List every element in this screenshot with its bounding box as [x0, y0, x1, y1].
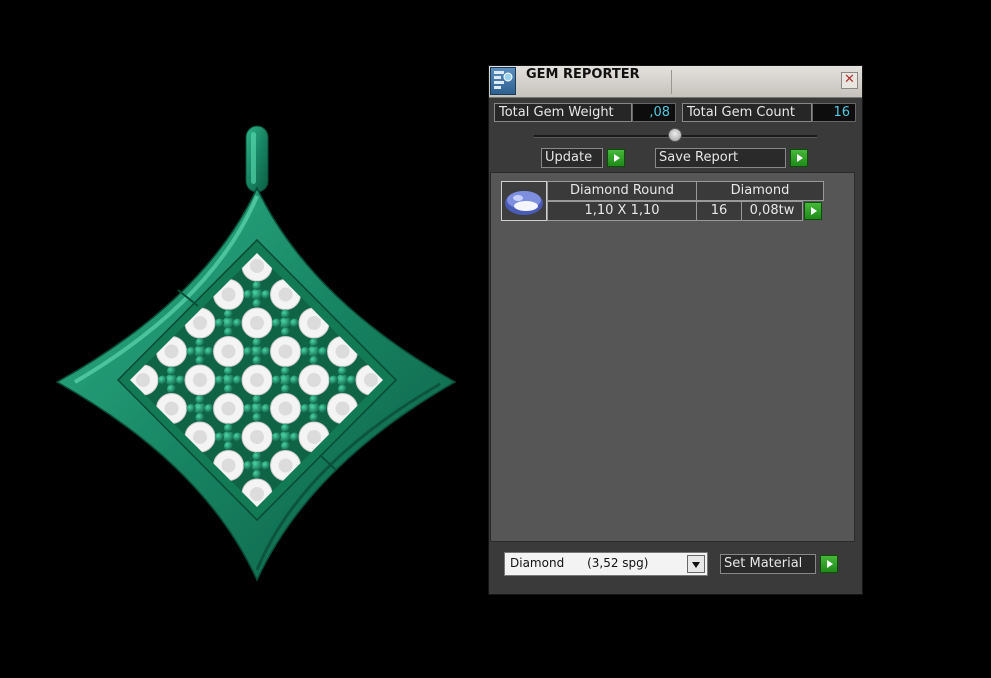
total-gem-weight-value: ,08 — [632, 103, 676, 122]
set-material-button[interactable]: Set Material — [720, 554, 816, 574]
save-report-go-icon[interactable] — [790, 149, 808, 167]
gem-reporter-panel: GEM REPORTER ✕ Total Gem Weight ,08 Tota… — [488, 65, 863, 595]
gem-size-cell: 1,10 X 1,10 — [547, 201, 697, 221]
material-select[interactable]: Diamond (3,52 spg) — [504, 552, 708, 576]
save-report-button[interactable]: Save Report — [655, 148, 786, 168]
update-button[interactable]: Update — [541, 148, 603, 168]
gem-row-thumbnail[interactable] — [501, 181, 547, 221]
title-bar[interactable]: GEM REPORTER ✕ — [489, 66, 862, 98]
update-go-icon[interactable] — [607, 149, 625, 167]
dropdown-arrow-icon[interactable] — [687, 555, 705, 573]
close-icon: ✕ — [844, 72, 855, 87]
set-material-go-icon[interactable] — [820, 555, 838, 573]
close-button[interactable]: ✕ — [841, 72, 858, 89]
round-gem-icon — [505, 191, 543, 215]
gem-reporter-icon — [490, 67, 516, 95]
gem-weight-cell: 0,08tw — [741, 201, 803, 221]
total-gem-count-label: Total Gem Count — [682, 103, 812, 122]
panel-title: GEM REPORTER — [526, 67, 640, 82]
slider-handle[interactable] — [668, 128, 682, 142]
total-gem-count-value: 16 — [812, 103, 856, 122]
3d-viewport[interactable] — [0, 0, 480, 678]
gem-row-go-icon[interactable] — [804, 202, 822, 220]
gem-name-cell: Diamond Round — [547, 181, 697, 201]
gem-list[interactable]: Diamond Round Diamond 1,10 X 1,10 16 0,0… — [490, 172, 855, 542]
total-gem-weight-label: Total Gem Weight — [494, 103, 632, 122]
pendant-bail — [245, 125, 269, 193]
gem-material-cell: Diamond — [696, 181, 824, 201]
material-select-value: Diamond (3,52 spg) — [510, 556, 649, 570]
gem-settings — [130, 253, 383, 507]
title-divider — [671, 70, 672, 94]
pendant-render — [55, 125, 457, 582]
gem-count-cell: 16 — [696, 201, 742, 221]
